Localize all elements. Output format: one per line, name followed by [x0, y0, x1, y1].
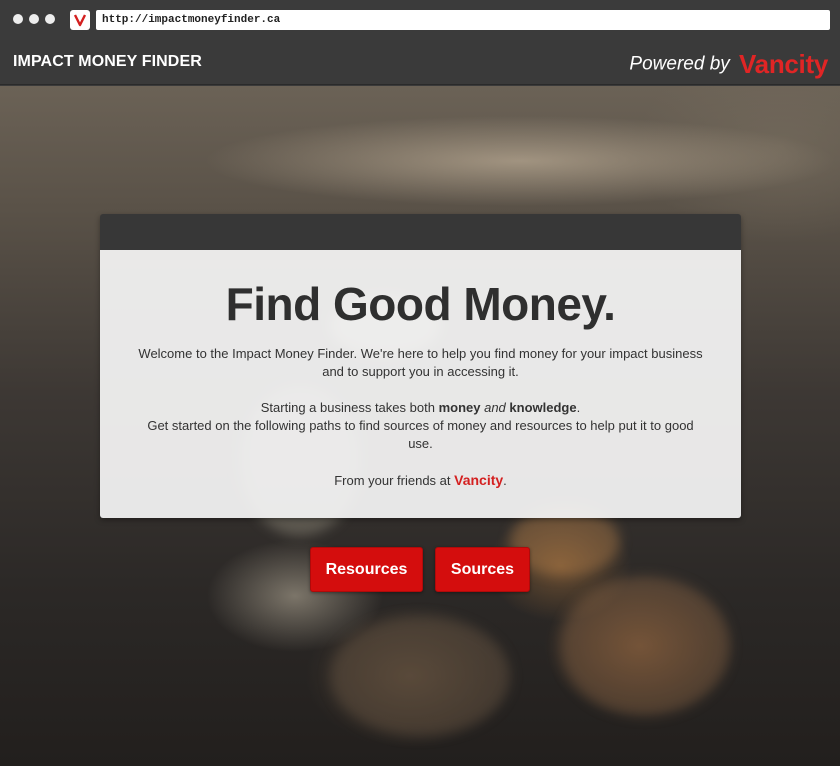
page-title: Find Good Money. — [225, 278, 616, 330]
friends-line: From your friends at Vancity. — [100, 471, 741, 490]
start-paragraph: Starting a business takes both money and… — [100, 399, 741, 453]
vancity-v-icon — [73, 14, 87, 27]
close-window-dot[interactable] — [13, 14, 23, 24]
start-money: money — [438, 400, 481, 415]
friends-prefix: From your friends at — [334, 473, 451, 488]
favicon-icon — [70, 10, 90, 30]
card-body: Find Good Money. Welcome to the Impact M… — [100, 250, 741, 518]
welcome-paragraph: Welcome to the Impact Money Finder. We'r… — [100, 345, 741, 381]
resources-button[interactable]: Resources — [310, 547, 423, 592]
paths-line-2: use. — [408, 436, 433, 451]
vancity-link[interactable]: Vancity — [454, 472, 503, 488]
site-brand[interactable]: IMPACT MONEY FINDER — [13, 53, 202, 71]
window-controls — [13, 14, 55, 24]
start-knowledge: knowledge — [509, 400, 577, 415]
friends-suffix: . — [503, 473, 507, 488]
start-and: and — [484, 400, 506, 415]
powered-by: Powered by Vancity — [629, 49, 828, 80]
maximize-window-dot[interactable] — [45, 14, 55, 24]
card-header-bar — [100, 214, 741, 250]
powered-by-label: Powered by — [629, 53, 730, 75]
welcome-line-1: Welcome to the Impact Money Finder. We'r… — [138, 346, 703, 361]
blurred-coin — [330, 616, 510, 736]
paths-line-1: Get started on the following paths to fi… — [147, 418, 694, 433]
start-prefix: Starting a business takes both — [260, 400, 435, 415]
intro-card: Find Good Money. Welcome to the Impact M… — [100, 214, 741, 518]
start-suffix: . — [576, 400, 581, 415]
app-header: IMPACT MONEY FINDER Powered by Vancity — [0, 40, 840, 85]
blurred-coin — [560, 576, 730, 716]
minimize-window-dot[interactable] — [29, 14, 39, 24]
sources-button[interactable]: Sources — [435, 547, 530, 592]
welcome-line-2: and to support you in accessing it. — [322, 364, 519, 379]
vancity-logo[interactable]: Vancity — [739, 49, 828, 79]
start-line: Starting a business takes both money and… — [100, 399, 741, 417]
address-bar[interactable]: http://impactmoneyfinder.ca — [96, 10, 830, 30]
browser-chrome: http://impactmoneyfinder.ca — [0, 0, 840, 40]
